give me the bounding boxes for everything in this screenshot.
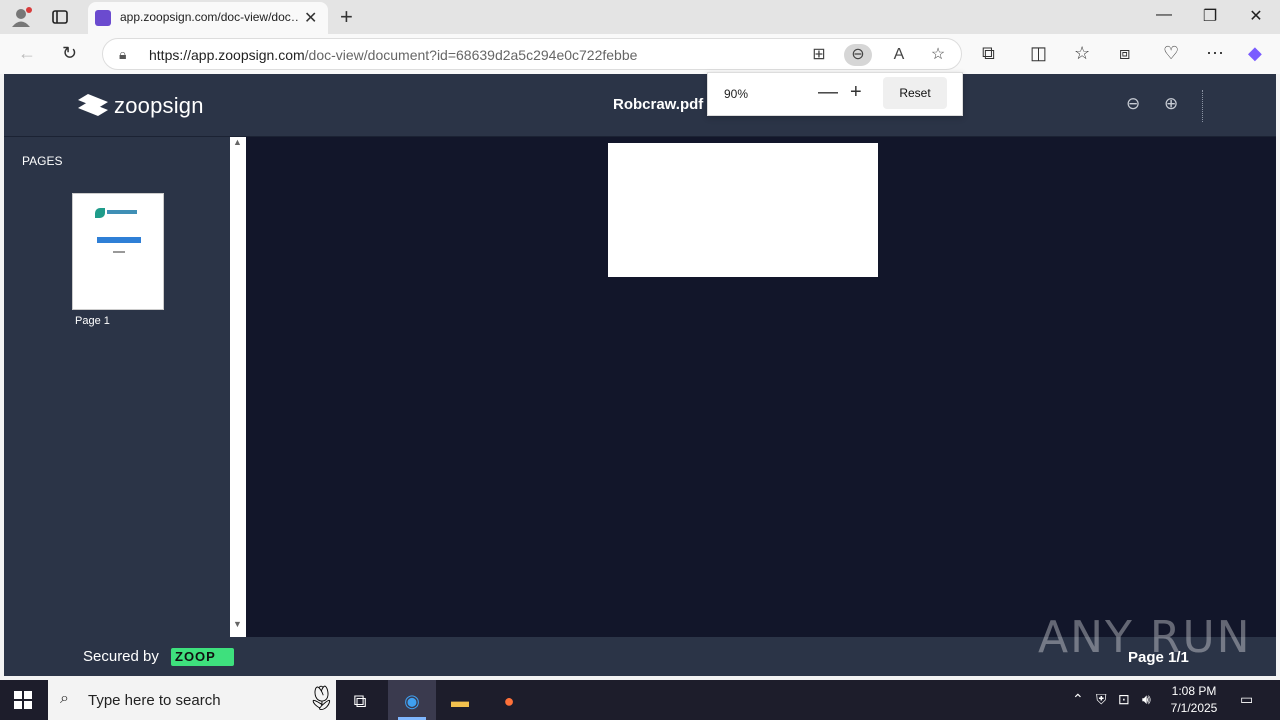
copilot-icon[interactable]: ◆ [1248, 43, 1262, 64]
zoopsign-logo: zoopsign [76, 92, 203, 120]
scroll-down-icon[interactable]: ▼ [233, 619, 242, 629]
app-header: zoopsign Robcraw.pdf ⊖ ⊕ [4, 74, 1276, 136]
zoom-out-icon[interactable]: ⊖ [844, 44, 872, 66]
show-hidden-icons-icon[interactable]: ⌃ [1072, 691, 1084, 708]
edge-browser-icon[interactable]: ◉ [398, 687, 426, 715]
zoopsign-logo-icon [78, 94, 108, 116]
restore-icon[interactable]: ❐ [1200, 6, 1220, 26]
app-available-icon[interactable]: ⊞ [805, 44, 833, 66]
browser-tab-bar: app.zoopsign.com/doc-view/doc… ✕ + — ❐ ✕ [0, 0, 1280, 34]
thumbnail-brand-mark [107, 210, 137, 214]
notifications-icon[interactable]: ▭ [1240, 691, 1253, 708]
thumbnail-banner [97, 237, 141, 243]
zoop-logo: ZOOP [171, 648, 234, 666]
collections-icon[interactable]: ⧈ [1119, 43, 1130, 64]
sidebar-scrollbar[interactable]: ▲ ▼ [230, 137, 246, 637]
lock-icon[interactable]: 🔒︎ [119, 46, 126, 63]
url-text[interactable]: https://app.zoopsign.com/doc-view/docume… [149, 47, 637, 63]
tab-active[interactable]: app.zoopsign.com/doc-view/doc… ✕ [88, 2, 328, 34]
address-bar[interactable]: 🔒︎ https://app.zoopsign.com/doc-view/doc… [102, 38, 962, 70]
back-icon[interactable]: ← [18, 43, 36, 64]
clock-time: 1:08 PM [1171, 684, 1217, 698]
browser-essentials-icon[interactable]: ♡ [1163, 43, 1179, 64]
favorite-star-icon[interactable]: ☆ [924, 44, 952, 66]
zoopsign-app: zoopsign Robcraw.pdf ⊖ ⊕ PAGES Page 1 ▲ … [4, 74, 1276, 676]
browser-toolbar: ← ↻ 🔒︎ https://app.zoopsign.com/doc-view… [0, 34, 1280, 74]
extensions-icon[interactable]: ⧉ [982, 43, 995, 64]
zoom-out-icon[interactable]: ⊖ [1126, 94, 1140, 114]
zoom-popup: 90% — + Reset [707, 72, 963, 116]
zoop-brand: ZOOP [175, 649, 216, 664]
brand-name: zoopsign [114, 93, 204, 118]
search-icon: ⌕ [60, 690, 69, 707]
taskbar-search-box[interactable]: ⌕ Type here to search 🌷︎ [48, 680, 336, 720]
favorites-icon[interactable]: ☆ [1074, 43, 1090, 64]
volume-icon[interactable]: 🔊︎ [1142, 691, 1151, 708]
zoopsign-favicon-icon [95, 10, 111, 26]
zoom-decrease-icon[interactable]: — [818, 81, 838, 104]
tab-actions-icon[interactable] [50, 7, 70, 27]
zoom-reset-button[interactable]: Reset [883, 77, 947, 109]
document-page[interactable] [608, 143, 878, 277]
search-highlight-flowers-icon: 🌷︎ [306, 685, 337, 712]
close-icon[interactable]: ✕ [304, 8, 317, 28]
pages-sidebar: PAGES Page 1 [4, 137, 230, 637]
windows-start-icon[interactable] [14, 691, 32, 709]
firefox-icon[interactable]: ● [495, 687, 523, 715]
zoom-level: 90% [724, 87, 749, 101]
search-placeholder: Type here to search [88, 692, 221, 709]
split-screen-icon[interactable]: ◫ [1030, 43, 1047, 64]
more-menu-icon[interactable]: ⋯ [1206, 43, 1224, 64]
page-thumbnail[interactable] [72, 193, 164, 310]
minimize-icon[interactable]: — [1154, 6, 1174, 24]
tab-title: app.zoopsign.com/doc-view/doc… [120, 10, 298, 24]
refresh-icon[interactable]: ↻ [62, 43, 77, 64]
file-explorer-icon[interactable]: ▬ [446, 687, 474, 715]
scroll-up-icon[interactable]: ▲ [233, 137, 242, 147]
secured-by-label: Secured by [83, 648, 159, 665]
window-close-icon[interactable]: ✕ [1246, 6, 1266, 26]
header-divider [1202, 90, 1203, 122]
windows-taskbar: ⌕ Type here to search 🌷︎ ⧉ ◉ ▬ ● ⌃ ⛨ ⊡ 🔊… [0, 680, 1280, 720]
pages-label: PAGES [22, 154, 63, 168]
thumbnail-text-line [113, 251, 125, 253]
zoom-increase-icon[interactable]: + [850, 81, 862, 104]
thumbnail-logo-icon [95, 208, 105, 218]
new-tab-button[interactable]: + [340, 4, 353, 30]
document-viewer[interactable] [246, 137, 1276, 637]
network-icon[interactable]: ⊡ [1118, 691, 1130, 708]
page-thumbnail-label: Page 1 [75, 315, 110, 327]
read-aloud-icon[interactable]: A [885, 44, 913, 66]
document-filename: Robcraw.pdf [613, 96, 704, 113]
task-view-icon[interactable]: ⧉ [346, 687, 374, 715]
anyrun-watermark: ANY RUN [1038, 612, 1252, 663]
zoom-in-icon[interactable]: ⊕ [1164, 94, 1178, 114]
profile-icon[interactable] [10, 6, 32, 28]
security-icon[interactable]: ⛨ [1096, 691, 1107, 708]
system-clock[interactable]: 1:08 PM 7/1/2025 [1166, 683, 1222, 717]
clock-date: 7/1/2025 [1170, 701, 1218, 715]
